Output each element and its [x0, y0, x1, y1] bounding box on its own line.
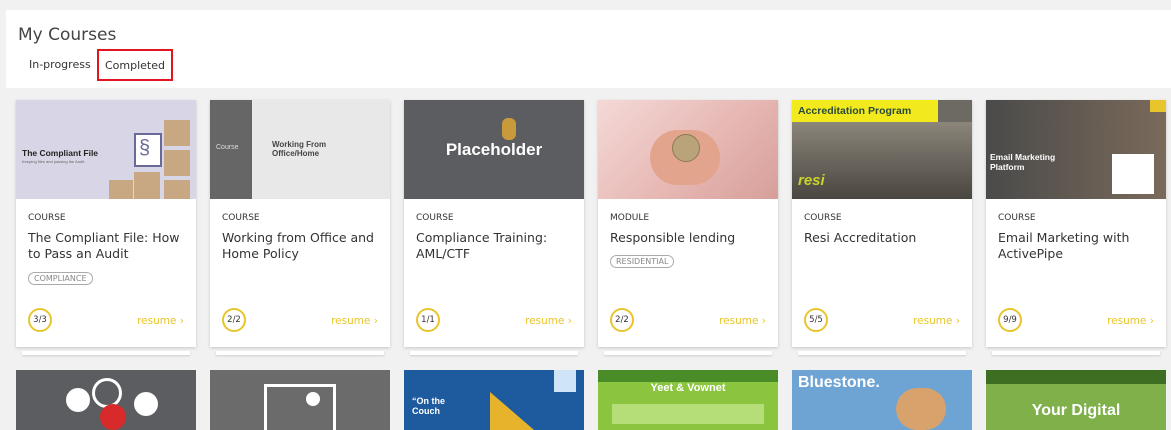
course-card[interactable]: The Compliant File Keeping files and pas…: [16, 100, 196, 355]
thumbnail-subtitle: Keeping files and passing the Audit: [22, 159, 85, 164]
thumbnail-title: The Compliant File: [22, 148, 99, 158]
course-card[interactable]: MODULE Responsible lending RESIDENTIAL 2…: [598, 100, 778, 355]
resi-logo: resi: [798, 172, 825, 189]
page-title: My Courses: [18, 25, 117, 45]
course-card[interactable]: Placeholder COURSE Compliance Training: …: [404, 100, 584, 355]
thumbnail-title: Placeholder: [445, 140, 543, 159]
course-card[interactable]: Email Marketing Platform COURSE Email Ma…: [986, 100, 1166, 355]
course-title: Compliance Training: AML/CTF: [416, 230, 548, 261]
resume-link[interactable]: resume ›: [137, 315, 184, 327]
thumbnail-title: Yeet & Vownet: [650, 382, 726, 394]
course-thumbnail: Accreditation Program resi: [792, 100, 972, 199]
tab-in-progress[interactable]: In-progress: [29, 58, 91, 71]
course-thumbnail: Course Working From Office/Home: [210, 100, 390, 199]
top-strip: [598, 370, 778, 382]
alarm-clock-icon: [100, 404, 126, 430]
resume-link[interactable]: resume ›: [1107, 315, 1154, 327]
coin-icon: [672, 134, 700, 162]
course-thumbnail: Placeholder: [404, 100, 584, 199]
course-type: MODULE: [610, 213, 650, 223]
course-card[interactable]: Yeet & Vownet: [598, 370, 778, 430]
course-title: Resi Accreditation: [804, 230, 917, 245]
thumbnail-subtitle: Course: [216, 144, 239, 151]
course-title: Responsible lending: [610, 230, 736, 245]
course-thumbnail: Email Marketing Platform: [986, 100, 1166, 199]
thumbnail-title: Accreditation Program: [798, 105, 912, 117]
course-title: Working from Office and Home Policy: [222, 230, 374, 261]
cycle-icon: [92, 378, 122, 408]
image-placeholder-icon: [264, 384, 336, 430]
course-card[interactable]: [16, 370, 196, 430]
block-icon: [164, 120, 190, 146]
block-icon: [164, 180, 190, 199]
progress-badge: 5/5: [804, 308, 828, 332]
course-thumbnail: The Compliant File Keeping files and pas…: [16, 100, 196, 199]
resume-link[interactable]: resume ›: [913, 315, 960, 327]
thumbnail-title: Your Digital: [1031, 402, 1121, 419]
block-icon: [109, 180, 133, 199]
resume-link[interactable]: resume ›: [719, 315, 766, 327]
progress-badge: 1/1: [416, 308, 440, 332]
course-card[interactable]: Bluestone.: [792, 370, 972, 430]
image-placeholder-sun: [306, 392, 320, 406]
courses-header: My Courses In-progress Completed: [6, 10, 1171, 88]
corner-logo: [554, 370, 576, 392]
course-type: COURSE: [804, 213, 842, 223]
block-icon: [164, 150, 190, 176]
tab-completed[interactable]: Completed: [97, 49, 173, 81]
course-card[interactable]: [210, 370, 390, 430]
dial-icon: [134, 392, 158, 416]
course-tag: RESIDENTIAL: [610, 255, 675, 268]
thumbnail-title: Working From Office/Home: [272, 140, 327, 158]
thumbnail-title: Bluestone.: [798, 374, 880, 391]
course-tag: COMPLIANCE: [28, 272, 93, 285]
hand-icon: [502, 118, 516, 140]
resume-link[interactable]: resume ›: [331, 315, 378, 327]
top-strip: [986, 370, 1166, 384]
course-card[interactable]: Course Working From Office/Home COURSE W…: [210, 100, 390, 355]
thumbnail-title: “On the Couch: [412, 396, 445, 416]
course-type: COURSE: [222, 213, 260, 223]
course-type: COURSE: [416, 213, 454, 223]
block-icon: [134, 172, 160, 199]
triangle-graphic: [490, 392, 534, 430]
section-sign-icon: §: [139, 137, 151, 159]
resume-link[interactable]: resume ›: [525, 315, 572, 327]
course-card[interactable]: Your Digital: [986, 370, 1166, 430]
course-title: The Compliant File: How to Pass an Audit: [28, 230, 180, 261]
course-card[interactable]: “On the Couch: [404, 370, 584, 430]
tab-completed-label: Completed: [105, 58, 165, 72]
progress-badge: 9/9: [998, 308, 1022, 332]
course-type: COURSE: [998, 213, 1036, 223]
progress-badge: 3/3: [28, 308, 52, 332]
progress-badge: 2/2: [610, 308, 634, 332]
faces-image: [896, 388, 946, 430]
progress-badge: 2/2: [222, 308, 246, 332]
corner-badge: [1150, 100, 1166, 112]
course-card[interactable]: Accreditation Program resi COURSE Resi A…: [792, 100, 972, 355]
content-strip: [612, 404, 764, 424]
course-thumbnail: [598, 100, 778, 199]
dial-icon: [66, 388, 90, 412]
screen-mockup: [1112, 154, 1154, 194]
thumbnail-title: Email Marketing Platform: [990, 152, 1056, 172]
course-type: COURSE: [28, 213, 66, 223]
course-title: Email Marketing with ActivePipe: [998, 230, 1130, 261]
